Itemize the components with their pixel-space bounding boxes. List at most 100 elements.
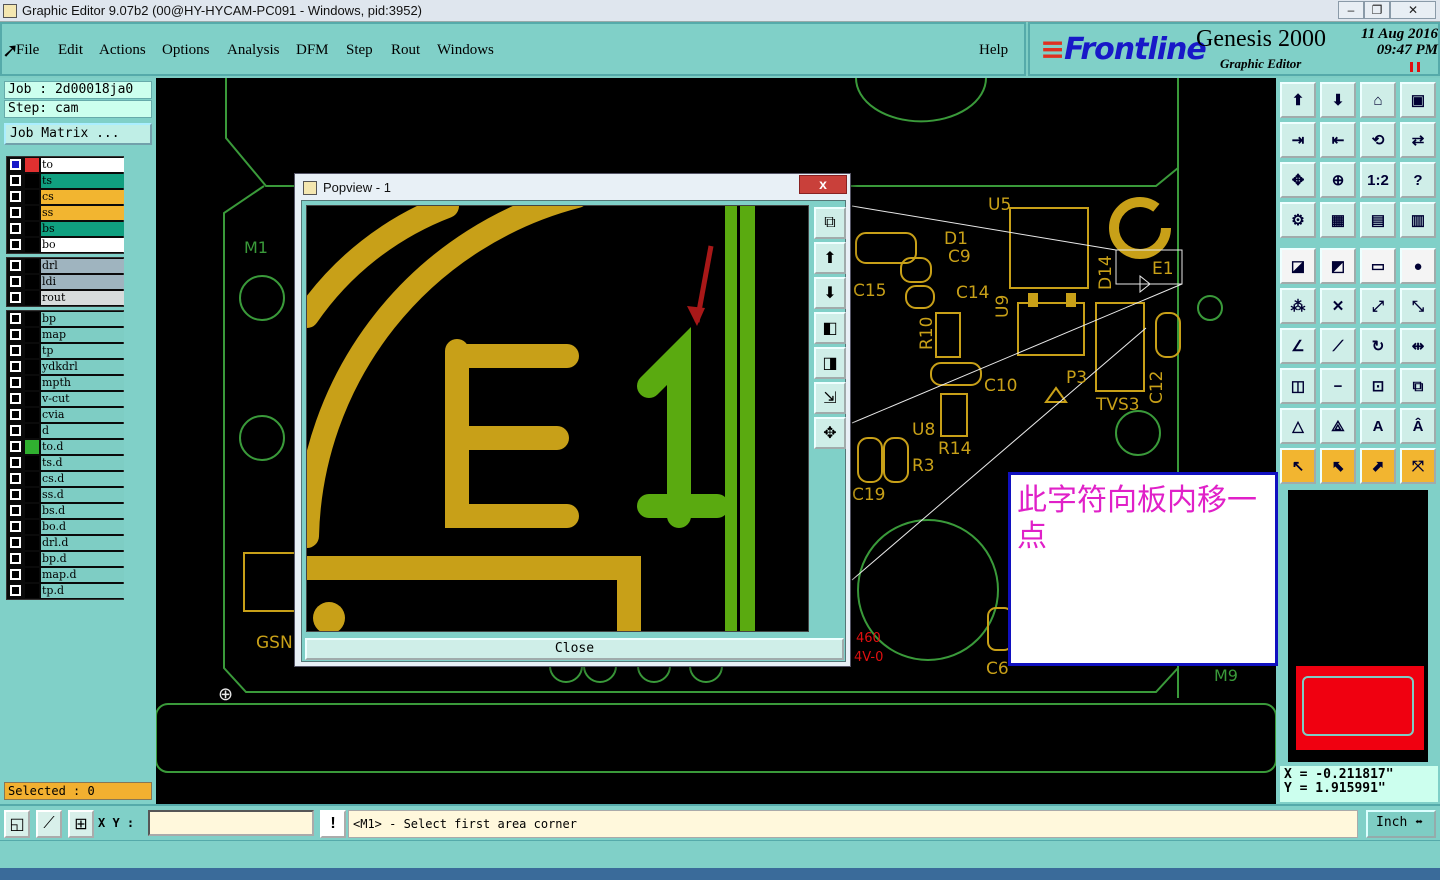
settings-icon[interactable]: ⚙	[1280, 202, 1316, 238]
layer-checkbox[interactable]	[10, 276, 21, 287]
menu-rout[interactable]: Rout	[391, 42, 420, 59]
units-select[interactable]: Inch ⬌	[1366, 810, 1436, 838]
layer-color-swatch[interactable]	[25, 190, 39, 204]
layer-checkbox[interactable]	[10, 585, 21, 596]
layer-row-bs.d[interactable]: bs.d	[7, 503, 124, 519]
layer-name[interactable]: bp	[41, 312, 124, 326]
minimize-button[interactable]: –	[1338, 1, 1364, 19]
layer-color-swatch[interactable]	[25, 552, 39, 566]
layer-row-v-cut[interactable]: v-cut	[7, 391, 124, 407]
popview-close-button[interactable]: Close	[305, 638, 844, 660]
layer-checkbox[interactable]	[10, 569, 21, 580]
layer-row-cs.d[interactable]: cs.d	[7, 471, 124, 487]
angle-icon[interactable]: ∠	[1280, 328, 1316, 364]
home-icon[interactable]: ⌂	[1360, 82, 1396, 118]
layer-row-ldi[interactable]: ldi	[7, 274, 124, 290]
add-pad-icon[interactable]: ◪	[1280, 248, 1316, 284]
layer-name[interactable]: drl	[41, 259, 124, 273]
layer-row-ts.d[interactable]: ts.d	[7, 455, 124, 471]
layer-name[interactable]: rout	[41, 291, 124, 305]
layer-row-bo.d[interactable]: bo.d	[7, 519, 124, 535]
layer-checkbox[interactable]	[10, 537, 21, 548]
layer-color-swatch[interactable]	[25, 536, 39, 550]
layer-row-map[interactable]: map	[7, 327, 124, 343]
layer-row-tp[interactable]: tp	[7, 343, 124, 359]
select-icon[interactable]: ↖	[1280, 448, 1316, 484]
zoom-out-icon[interactable]: ⬆	[814, 242, 846, 274]
layer-color-swatch[interactable]	[25, 158, 39, 172]
open-icon[interactable]: ⬆	[1280, 82, 1316, 118]
text-icon[interactable]: A	[1360, 408, 1396, 444]
layer-color-swatch[interactable]	[25, 472, 39, 486]
layer-name[interactable]: map	[41, 328, 124, 342]
add-line-icon[interactable]: ◩	[1320, 248, 1356, 284]
layer-name[interactable]: map.d	[41, 568, 124, 582]
menu-file[interactable]: File	[16, 42, 39, 59]
layer-color-swatch[interactable]	[25, 238, 39, 252]
layer-name[interactable]: to.d	[41, 440, 124, 454]
layer-row-drl.d[interactable]: drl.d	[7, 535, 124, 551]
layer-checkbox[interactable]	[10, 521, 21, 532]
copy-icon[interactable]: ⤡	[1400, 288, 1436, 324]
layer-checkbox[interactable]	[10, 292, 21, 303]
layer-row-bp.d[interactable]: bp.d	[7, 551, 124, 567]
menu-analysis[interactable]: Analysis	[227, 42, 280, 59]
move-icon[interactable]: ⤢	[1360, 288, 1396, 324]
layer-checkbox[interactable]	[10, 473, 21, 484]
layer-checkbox[interactable]	[10, 425, 21, 436]
help-icon[interactable]: ?	[1400, 162, 1436, 198]
layer-name[interactable]: mpth	[41, 376, 124, 390]
layer-row-ss.d[interactable]: ss.d	[7, 487, 124, 503]
layer-checkbox[interactable]	[10, 489, 21, 500]
menu-actions[interactable]: Actions	[99, 42, 146, 59]
layer-checkbox[interactable]	[10, 345, 21, 356]
ruler-icon[interactable]: ▭	[1360, 248, 1396, 284]
pause-icon[interactable]	[1410, 62, 1420, 72]
layer-row-d[interactable]: d	[7, 423, 124, 439]
text-edit-icon[interactable]: Â	[1400, 408, 1436, 444]
layer-row-tp.d[interactable]: tp.d	[7, 583, 124, 599]
layer-color-swatch[interactable]	[25, 456, 39, 470]
layer-checkbox[interactable]	[10, 239, 21, 250]
layer-color-swatch[interactable]	[25, 504, 39, 518]
select-box-icon[interactable]: ⬉	[1320, 448, 1356, 484]
layer-name[interactable]: ss	[41, 206, 124, 220]
layer-checkbox[interactable]	[10, 329, 21, 340]
layer-name[interactable]: tp.d	[41, 584, 124, 598]
layer-color-swatch[interactable]	[25, 259, 39, 273]
zoom-area-icon[interactable]: ◱	[4, 810, 30, 838]
layer-name[interactable]: ts	[41, 174, 124, 188]
layer-checkbox[interactable]	[10, 441, 21, 452]
split-icon[interactable]: ◫	[1280, 368, 1316, 404]
layer-color-swatch[interactable]	[25, 222, 39, 236]
menu-step[interactable]: Step	[346, 42, 373, 59]
layer-color-swatch[interactable]	[25, 440, 39, 454]
layer-color-swatch[interactable]	[25, 424, 39, 438]
layer-row-to[interactable]: to	[7, 157, 124, 173]
layer-name[interactable]: drl.d	[41, 536, 124, 550]
layer-name[interactable]: bs	[41, 222, 124, 236]
layer-color-swatch[interactable]	[25, 520, 39, 534]
layer-row-bo[interactable]: bo	[7, 237, 124, 253]
layer-row-cvia[interactable]: cvia	[7, 407, 124, 423]
window-icon[interactable]: ▣	[1400, 82, 1436, 118]
polygon-icon[interactable]: ⟁	[1320, 408, 1356, 444]
layer-name[interactable]: v-cut	[41, 392, 124, 406]
layer-row-to.d[interactable]: to.d	[7, 439, 124, 455]
layer-color-swatch[interactable]	[25, 568, 39, 582]
job-matrix-button[interactable]: Job Matrix ...	[4, 123, 152, 145]
delete-icon[interactable]: ✕	[1320, 288, 1356, 324]
line-icon[interactable]: ⟋	[1320, 328, 1356, 364]
layer-row-drl[interactable]: drl	[7, 258, 124, 274]
layer-checkbox[interactable]	[10, 505, 21, 516]
mirror-icon[interactable]: ⇄	[1400, 122, 1436, 158]
save-icon[interactable]: ⬇	[1320, 82, 1356, 118]
layer-name[interactable]: cvia	[41, 408, 124, 422]
select-poly-icon[interactable]: ⬈	[1360, 448, 1396, 484]
layer-name[interactable]: tp	[41, 344, 124, 358]
layer-name[interactable]: d	[41, 424, 124, 438]
layer-checkbox[interactable]	[10, 175, 21, 186]
xy-input[interactable]	[148, 810, 314, 836]
layer-checkbox[interactable]	[10, 409, 21, 420]
triangle-icon[interactable]: △	[1280, 408, 1316, 444]
